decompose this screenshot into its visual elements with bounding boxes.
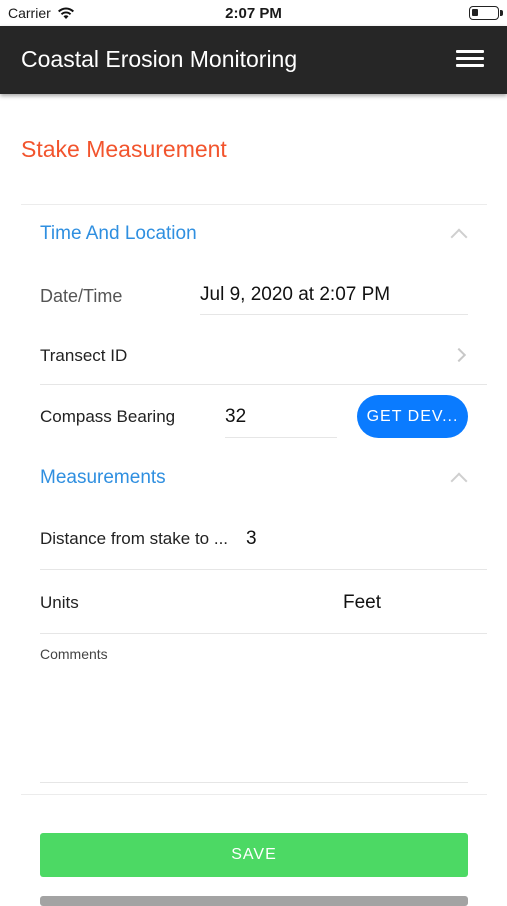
hamburger-menu-icon[interactable] xyxy=(456,50,484,70)
row-divider xyxy=(40,569,487,570)
units-label: Units xyxy=(40,593,79,612)
distance-input[interactable]: 3 xyxy=(246,528,257,550)
section-header-measurements[interactable]: Measurements xyxy=(40,467,166,489)
battery-icon xyxy=(469,6,503,20)
save-button[interactable]: SAVE xyxy=(40,833,468,877)
get-device-button[interactable]: GET DEV... xyxy=(357,395,468,438)
distance-label: Distance from stake to ... xyxy=(40,529,229,548)
chevron-up-icon[interactable] xyxy=(450,472,468,490)
section-header-time-location[interactable]: Time And Location xyxy=(40,223,197,245)
date-time-field[interactable]: Jul 9, 2020 at 2:07 PM xyxy=(200,284,390,306)
chevron-up-icon[interactable] xyxy=(450,228,468,246)
transect-id-label: Transect ID xyxy=(40,346,128,365)
compass-bearing-input[interactable]: 32 xyxy=(225,406,246,428)
compass-underline xyxy=(225,437,337,438)
chevron-right-icon[interactable] xyxy=(451,347,467,363)
app-title: Coastal Erosion Monitoring xyxy=(21,46,298,72)
status-time: 2:07 PM xyxy=(225,5,282,22)
comments-textarea[interactable] xyxy=(40,668,468,780)
date-time-underline xyxy=(200,314,468,315)
comments-underline xyxy=(40,782,468,783)
secondary-button[interactable] xyxy=(40,896,468,906)
row-divider xyxy=(40,633,487,634)
compass-bearing-label: Compass Bearing xyxy=(40,407,176,426)
status-bar: Carrier 2:07 PM xyxy=(0,0,507,26)
date-time-label: Date/Time xyxy=(40,286,123,306)
form-bottom-divider xyxy=(21,794,487,795)
section-divider xyxy=(21,204,487,205)
page-title: Stake Measurement xyxy=(21,136,227,162)
app-bar: Coastal Erosion Monitoring xyxy=(0,26,507,94)
units-select[interactable]: Feet xyxy=(343,592,381,614)
row-divider xyxy=(40,384,487,385)
comments-label: Comments xyxy=(40,646,108,662)
